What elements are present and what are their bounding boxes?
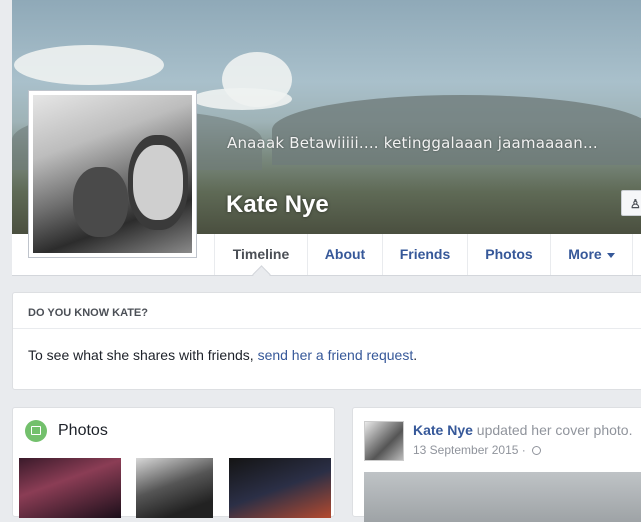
cover-cloud xyxy=(14,45,164,85)
do-you-know-message: To see what she shares with friends, xyxy=(28,347,258,363)
do-you-know-heading: DO YOU KNOW KATE? xyxy=(28,307,148,319)
tab-friends[interactable]: Friends xyxy=(382,234,467,275)
send-friend-request-link[interactable]: send her a friend request xyxy=(258,347,414,363)
tab-photos[interactable]: Photos xyxy=(467,234,550,275)
cover-caption: Anaaak Betawiiiii.... ketinggalaaan jaam… xyxy=(227,134,598,152)
tab-label: About xyxy=(324,246,366,262)
photo-thumbnail[interactable] xyxy=(136,458,213,518)
tab-label: Friends xyxy=(399,246,451,262)
tab-about[interactable]: About xyxy=(307,234,382,275)
post-date[interactable]: 13 September 2015 · xyxy=(413,443,529,457)
tab-label: Timeline xyxy=(232,246,290,262)
sentence-period: . xyxy=(413,347,418,363)
post-author-link[interactable]: Kate Nye xyxy=(413,422,473,438)
chevron-down-icon xyxy=(606,252,615,258)
add-friend-icon: ♙ xyxy=(630,197,641,211)
tab-more[interactable]: More xyxy=(550,234,633,275)
post-avatar[interactable] xyxy=(364,421,404,461)
left-margin xyxy=(0,0,12,509)
post-image[interactable] xyxy=(364,472,641,522)
photos-title[interactable]: Photos xyxy=(58,422,108,440)
divider xyxy=(13,328,641,329)
profile-picture[interactable] xyxy=(28,90,197,258)
photo-thumbnail[interactable] xyxy=(229,458,331,518)
photo-figure xyxy=(133,145,183,220)
photo-figure xyxy=(73,167,128,237)
timeline-post: Kate Nye updated her cover photo. 13 Sep… xyxy=(352,407,641,522)
globe-icon xyxy=(532,446,542,456)
add-friend-button[interactable]: ♙ A xyxy=(621,190,641,216)
do-you-know-card: DO YOU KNOW KATE? To see what she shares… xyxy=(12,292,641,390)
post-action: updated her cover photo. xyxy=(472,422,633,438)
cover-mountain xyxy=(272,95,641,165)
tab-label: More xyxy=(568,246,602,262)
post-header: Kate Nye updated her cover photo. xyxy=(413,422,632,438)
post-meta: 13 September 2015 · xyxy=(413,443,542,457)
cover-cloud xyxy=(192,88,292,110)
tab-label: Photos xyxy=(485,246,533,262)
profile-name[interactable]: Kate Nye xyxy=(226,191,329,219)
profile-photo xyxy=(33,95,192,253)
photos-card: Photos xyxy=(12,407,335,518)
photo-thumbnail[interactable] xyxy=(19,458,121,518)
photos-icon xyxy=(25,420,47,442)
do-you-know-text: To see what she shares with friends, sen… xyxy=(28,347,417,363)
